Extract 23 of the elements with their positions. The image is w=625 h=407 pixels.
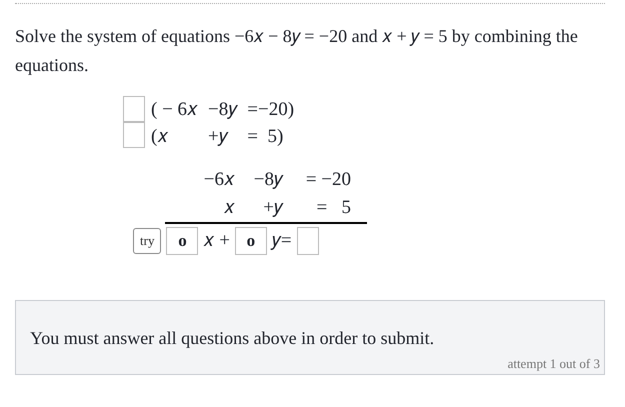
coefficient-field[interactable]: o — [166, 227, 198, 255]
equation-term: = 5) — [247, 125, 284, 149]
variable-label: 𝑥 + — [203, 230, 230, 252]
submit-message: You must answer all questions above in order to submit. — [30, 328, 436, 349]
equation-term: 𝑥 — [223, 196, 235, 220]
equation-term: −6𝑥 — [202, 168, 235, 192]
question-text: Solve the system of equations −6𝑥 − 8𝑦 = −20 and 𝑥 + 𝑦 = 5 by combining the equations. — [15, 25, 579, 77]
equation-term: +𝑦 — [262, 196, 283, 220]
multiplier-field[interactable] — [123, 122, 145, 148]
equation-term: =−20) — [247, 98, 294, 122]
equation-term: (𝑥 — [151, 125, 170, 149]
attempt-counter: attempt 1 out of 3 — [508, 356, 600, 372]
equation-term: +𝑦 — [208, 125, 230, 149]
equation-term: = 5 — [316, 196, 351, 220]
coefficient-field[interactable]: o — [234, 227, 267, 255]
equation-term: = −20 — [304, 168, 351, 192]
equation-term: ( − 6𝑥 — [151, 98, 198, 122]
multiplier-field[interactable] — [123, 96, 145, 122]
variable-label: 𝑦= — [272, 230, 292, 252]
answer-field[interactable] — [296, 227, 319, 255]
equation-term: −8𝑦 — [208, 98, 238, 122]
equation-term: −8𝑦 — [252, 168, 283, 192]
try-button[interactable]: try — [133, 228, 162, 254]
